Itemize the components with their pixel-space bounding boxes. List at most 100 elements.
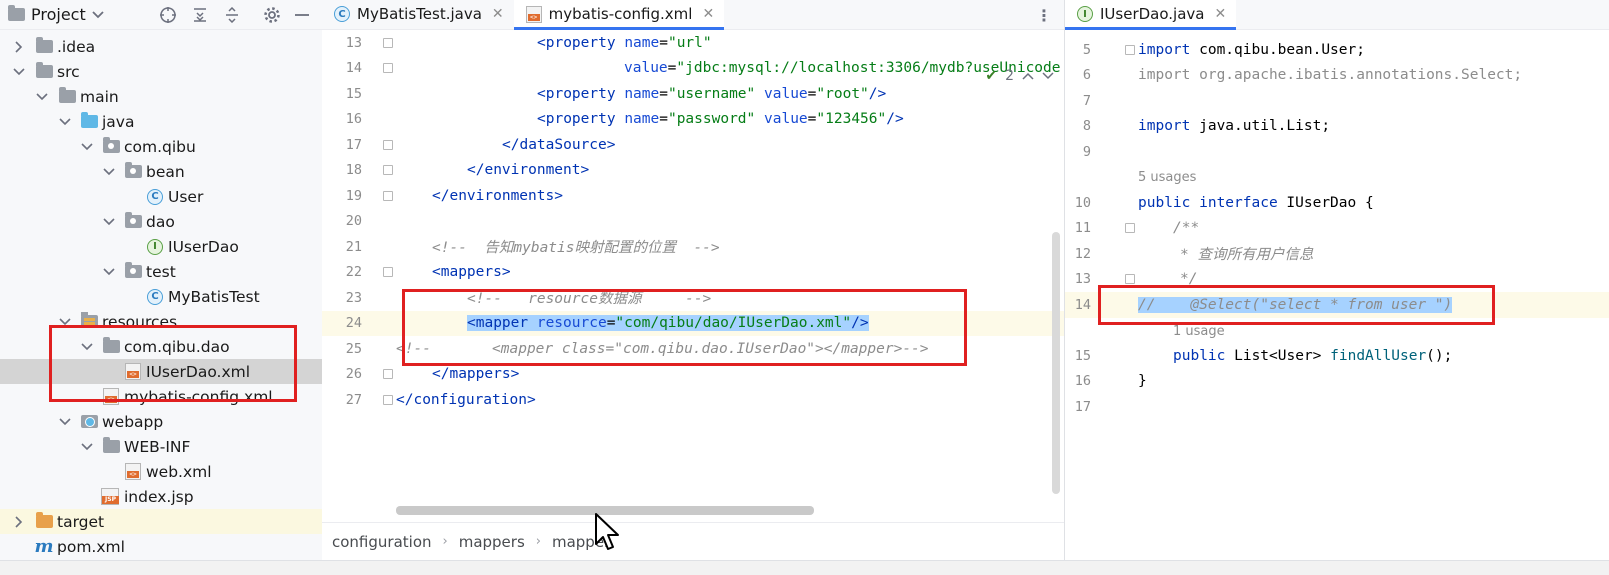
close-icon[interactable]: ✕	[702, 6, 714, 22]
tab-mybatis-config[interactable]: mybatis-config.xml ✕	[513, 0, 725, 30]
code-editor[interactable]: 5 import com.qibu.bean.User; 6 import or…	[1065, 30, 1609, 545]
chevron-down-icon[interactable]	[80, 140, 94, 154]
code-comment: <!-- <mapper class="com.qibu.dao.IUserDa…	[396, 340, 929, 357]
line-number: 10	[1074, 194, 1091, 211]
code-line: 20	[322, 209, 1064, 235]
line-number: 17	[345, 136, 362, 153]
tree-item[interactable]: com.qibu.dao	[0, 334, 329, 359]
code-text: }	[1138, 373, 1147, 390]
code-editor[interactable]: 13 <property name="url" 14 value="jdbc:m…	[322, 30, 1064, 522]
fold-icon[interactable]	[383, 165, 393, 176]
project-panel-title[interactable]: Project	[31, 5, 86, 24]
code-line-current: 14 // @Select("select * from user ")	[1065, 292, 1609, 318]
line-number: 11	[1074, 220, 1091, 237]
usages-hint[interactable]: 5 usages	[1138, 170, 1196, 185]
inspection-widget[interactable]: ✔ 2	[985, 68, 1054, 84]
code-line: 7	[1065, 88, 1609, 114]
chevron-down-icon[interactable]	[12, 65, 26, 79]
fold-icon[interactable]	[383, 63, 393, 74]
tab-mybatistest[interactable]: C MyBatisTest.java ✕	[322, 0, 514, 29]
tree-item[interactable]: I IUserDao	[0, 234, 329, 259]
folder-icon	[35, 62, 53, 81]
fold-icon[interactable]	[1125, 223, 1135, 234]
tree-item[interactable]: com.qibu	[0, 134, 329, 159]
chevron-down-icon[interactable]	[88, 5, 108, 25]
chevron-down-icon[interactable]	[80, 340, 94, 354]
chevron-right-icon[interactable]	[12, 40, 26, 54]
chevron-right-icon: ›	[535, 534, 541, 549]
excluded-folder-icon	[35, 512, 53, 531]
inlay-hint[interactable]: 1 usage	[1065, 320, 1609, 342]
gear-icon[interactable]	[262, 5, 282, 25]
tree-item[interactable]: WEB-INF	[0, 434, 329, 459]
tree-item-label: java	[102, 112, 135, 131]
chevron-down-icon[interactable]	[102, 215, 116, 229]
chevron-down-icon[interactable]	[102, 265, 116, 279]
code-text: import java.util.List;	[1138, 118, 1331, 135]
fold-icon[interactable]	[383, 394, 393, 405]
collapse-all-icon[interactable]	[222, 5, 242, 25]
fold-icon[interactable]	[383, 139, 393, 150]
line-number: 7	[1082, 92, 1091, 109]
fold-icon[interactable]	[383, 369, 393, 380]
close-icon[interactable]: ✕	[1214, 6, 1226, 22]
tree-item-selected[interactable]: IUserDao.xml	[0, 359, 329, 384]
inlay-hint[interactable]: 5 usages	[1065, 166, 1609, 188]
line-number: 22	[345, 264, 362, 281]
tree-item-label: src	[57, 62, 80, 81]
tab-label: MyBatisTest.java	[357, 5, 482, 23]
line-number: 9	[1082, 143, 1091, 160]
chevron-down-icon[interactable]	[58, 315, 72, 329]
code-line: 19 </environments>	[322, 183, 1064, 209]
tree-item[interactable]: target	[0, 509, 329, 534]
close-icon[interactable]: ✕	[492, 6, 504, 22]
fold-icon[interactable]	[383, 267, 393, 278]
tree-item[interactable]: .idea	[0, 34, 329, 59]
tree-item[interactable]: web.xml	[0, 459, 329, 484]
tree-item[interactable]: bean	[0, 159, 329, 184]
fold-icon[interactable]	[1125, 274, 1135, 285]
tree-item-label: dao	[146, 212, 175, 231]
chevron-down-icon[interactable]	[58, 415, 72, 429]
tree-item[interactable]: index.jsp	[0, 484, 329, 509]
locate-icon[interactable]	[158, 5, 178, 25]
chevron-up-icon[interactable]	[1022, 68, 1034, 84]
code-line: 10 public interface IUserDao {	[1065, 190, 1609, 216]
vertical-scrollbar[interactable]	[1052, 232, 1060, 494]
code-line: 15 public List<User> findAllUser();	[1065, 343, 1609, 369]
minimize-icon[interactable]	[292, 5, 312, 25]
code-line: 16 <property name="password" value="1234…	[322, 107, 1064, 133]
project-panel: Project .idea src main java com.qibu bea…	[0, 0, 330, 560]
tree-item[interactable]: src	[0, 59, 329, 84]
code-line: 13 */	[1065, 267, 1609, 293]
tree-item[interactable]: C User	[0, 184, 329, 209]
fold-icon[interactable]	[1125, 44, 1135, 55]
tree-item[interactable]: dao	[0, 209, 329, 234]
tree-item[interactable]: mybatis-config.xml	[0, 384, 329, 409]
usages-hint[interactable]: 1 usage	[1173, 324, 1225, 339]
tree-item[interactable]: resources	[0, 309, 329, 334]
chevron-down-icon[interactable]	[35, 90, 49, 104]
tree-item-label: web.xml	[146, 462, 212, 481]
code-line-current: 24 <mapper resource="com/qibu/dao/IUserD…	[322, 310, 1064, 336]
tree-item[interactable]: main	[0, 84, 329, 109]
chevron-down-icon[interactable]	[80, 440, 94, 454]
chevron-down-icon[interactable]	[102, 165, 116, 179]
web-xml-icon	[124, 463, 142, 481]
tree-item[interactable]: C MyBatisTest	[0, 284, 329, 309]
expand-all-icon[interactable]	[190, 5, 210, 25]
tab-iuserdao[interactable]: I IUserDao.java ✕	[1065, 0, 1237, 30]
tree-item[interactable]: m pom.xml	[0, 534, 329, 559]
tree-item[interactable]: java	[0, 109, 329, 134]
fold-icon[interactable]	[383, 37, 393, 48]
chevron-down-icon[interactable]	[1042, 68, 1054, 84]
more-options-icon[interactable]: ⋮	[1036, 6, 1052, 25]
tree-item[interactable]: webapp	[0, 409, 329, 434]
chevron-right-icon[interactable]	[12, 515, 26, 529]
breadcrumb-item[interactable]: configuration	[332, 533, 432, 551]
chevron-down-icon[interactable]	[58, 115, 72, 129]
tree-item[interactable]: test	[0, 259, 329, 284]
breadcrumb-item[interactable]: mappers	[459, 533, 525, 551]
tree-item-label: webapp	[102, 412, 164, 431]
fold-icon[interactable]	[383, 190, 393, 201]
